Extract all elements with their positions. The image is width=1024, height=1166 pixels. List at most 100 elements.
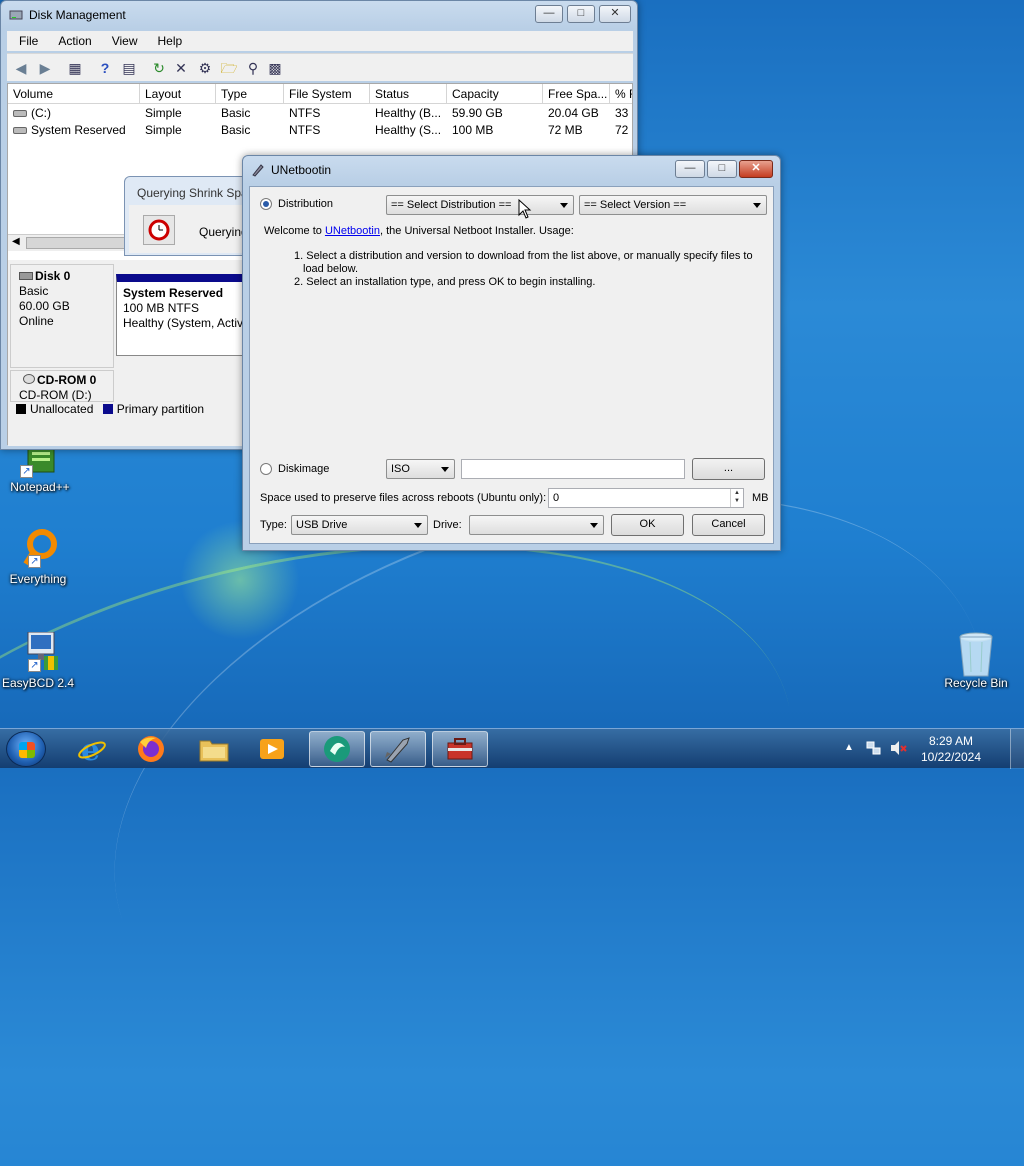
distribution-radio[interactable] bbox=[260, 198, 272, 210]
column-header-file-system[interactable]: File System bbox=[284, 84, 370, 104]
install-type-select[interactable]: USB Drive bbox=[291, 515, 428, 535]
diskimage-type-select[interactable]: ISO bbox=[386, 459, 455, 479]
desktop-icon-label: Recycle Bin bbox=[944, 676, 1008, 690]
open-folder-icon[interactable]: 🗁 bbox=[219, 58, 239, 78]
drive-select[interactable] bbox=[469, 515, 604, 535]
cancel-button[interactable]: Cancel bbox=[692, 514, 765, 536]
show-hidden-icons-button[interactable]: ▲ bbox=[844, 742, 854, 753]
close-button[interactable]: ✕ bbox=[739, 160, 773, 178]
taskbar-media-player[interactable] bbox=[244, 731, 300, 767]
taskbar-unetbootin[interactable] bbox=[370, 731, 426, 767]
partition-system-reserved[interactable]: System Reserved 100 MB NTFS Healthy (Sys… bbox=[116, 274, 256, 356]
version-select[interactable]: == Select Version == bbox=[579, 195, 767, 215]
chevron-down-icon bbox=[414, 523, 422, 528]
table-row[interactable]: (C:) Simple Basic NTFS Healthy (B... 59.… bbox=[8, 105, 632, 122]
desktop-icon-notepad-plus-plus[interactable]: ↗ Notepad++ bbox=[2, 447, 78, 494]
desktop-icon-label: EasyBCD 2.4 bbox=[1, 676, 75, 690]
welcome-text: Welcome to UNetbootin, the Universal Net… bbox=[264, 225, 574, 237]
disk-icon bbox=[19, 272, 33, 280]
magnifier-icon[interactable]: ⚲ bbox=[243, 58, 263, 78]
cell-capacity: 59.90 GB bbox=[452, 106, 503, 120]
diskimage-path-input[interactable] bbox=[461, 459, 685, 479]
refresh-icon[interactable]: ↻ bbox=[149, 58, 169, 78]
column-header-capacity[interactable]: Capacity bbox=[447, 84, 543, 104]
taskbar-app-green[interactable] bbox=[309, 731, 365, 767]
minimize-button[interactable]: — bbox=[675, 160, 705, 178]
unetbootin-titlebar[interactable]: UNetbootin — □ ✕ bbox=[243, 156, 780, 184]
show-desktop-button[interactable] bbox=[1010, 729, 1024, 769]
maximize-button[interactable]: □ bbox=[707, 160, 737, 178]
type-label: Type: bbox=[260, 519, 287, 531]
column-header-type[interactable]: Type bbox=[216, 84, 284, 104]
unetbootin-body: Distribution == Select Distribution == =… bbox=[249, 186, 774, 544]
cdrom-0-label[interactable]: CD-ROM 0 CD-ROM (D:) bbox=[10, 370, 114, 402]
column-header-status[interactable]: Status bbox=[370, 84, 447, 104]
clock-date: 10/22/2024 bbox=[920, 750, 982, 764]
cdrom-0-name: CD-ROM 0 bbox=[37, 373, 97, 387]
column-header-free-space[interactable]: Free Spa... bbox=[543, 84, 610, 104]
network-icon[interactable] bbox=[866, 740, 882, 756]
disk-list-icon[interactable]: ▩ bbox=[265, 58, 285, 78]
menu-file[interactable]: File bbox=[7, 31, 46, 48]
cell-type: Basic bbox=[221, 123, 251, 137]
cdrom-icon bbox=[23, 374, 35, 384]
cell-file-system: NTFS bbox=[289, 123, 321, 137]
properties-icon[interactable]: ▤ bbox=[119, 58, 139, 78]
cell-percent-free: 33 bbox=[615, 106, 629, 120]
chevron-down-icon bbox=[753, 203, 761, 208]
disk-management-titlebar[interactable]: Disk Management — □ ✕ bbox=[1, 1, 637, 29]
menu-view[interactable]: View bbox=[100, 31, 146, 48]
taskbar-internet-explorer[interactable]: e bbox=[64, 731, 120, 767]
chevron-down-icon bbox=[590, 523, 598, 528]
unetbootin-link[interactable]: UNetbootin bbox=[325, 225, 380, 237]
persist-stepper[interactable]: ▲ ▼ bbox=[730, 489, 743, 507]
media-player-icon bbox=[260, 739, 284, 759]
system-clock[interactable]: 8:29 AM 10/22/2024 bbox=[906, 733, 996, 765]
cdrom-0-drive: CD-ROM (D:) bbox=[19, 388, 92, 402]
drive-label: Drive: bbox=[433, 519, 462, 531]
file-explorer-icon bbox=[199, 740, 229, 762]
menu-bar: File Action View Help bbox=[7, 31, 633, 51]
column-header-volume[interactable]: Volume bbox=[8, 84, 140, 104]
diskimage-radio[interactable] bbox=[260, 463, 272, 475]
disk-0-label[interactable]: Disk 0 Basic 60.00 GB Online bbox=[10, 264, 114, 368]
clock-icon bbox=[143, 215, 175, 245]
forward-arrow-icon[interactable]: ▶ bbox=[35, 58, 55, 78]
desktop-icon-recycle-bin[interactable]: Recycle Bin bbox=[938, 632, 1014, 690]
desktop-icon-easybcd[interactable]: ↗ EasyBCD 2.4 bbox=[0, 631, 76, 690]
scroll-thumb[interactable] bbox=[26, 237, 126, 249]
scroll-left-icon[interactable]: ◀ bbox=[12, 236, 20, 247]
back-arrow-icon[interactable]: ◀ bbox=[11, 58, 31, 78]
cell-free-space: 72 MB bbox=[548, 123, 583, 137]
distribution-label: Distribution bbox=[278, 198, 334, 210]
browse-button[interactable]: ... bbox=[692, 458, 765, 480]
disk-toolbox-icon bbox=[447, 738, 473, 760]
delete-icon[interactable]: ✕ bbox=[171, 58, 191, 78]
partition-legend: Unallocated Primary partition bbox=[10, 402, 204, 420]
column-header-layout[interactable]: Layout bbox=[140, 84, 216, 104]
column-header-percent-free[interactable]: % F bbox=[610, 84, 632, 104]
diskimage-label: Diskimage bbox=[278, 463, 330, 475]
minimize-button[interactable]: — bbox=[535, 5, 563, 23]
show-hide-console-icon[interactable]: ▦ bbox=[65, 58, 85, 78]
ok-button[interactable]: OK bbox=[611, 514, 684, 536]
table-row[interactable]: System Reserved Simple Basic NTFS Health… bbox=[8, 122, 632, 139]
internet-explorer-icon: e bbox=[78, 734, 106, 764]
close-button[interactable]: ✕ bbox=[599, 5, 631, 23]
help-icon[interactable]: ? bbox=[95, 58, 115, 78]
distribution-select[interactable]: == Select Distribution == bbox=[386, 195, 574, 215]
maximize-button[interactable]: □ bbox=[567, 5, 595, 23]
menu-action[interactable]: Action bbox=[46, 31, 99, 48]
menu-help[interactable]: Help bbox=[146, 31, 191, 48]
recycle-bin-icon bbox=[956, 632, 996, 677]
persist-space-input[interactable]: 0 bbox=[548, 488, 744, 508]
unetbootin-icon bbox=[252, 164, 264, 177]
settings-icon[interactable]: ⚙ bbox=[195, 58, 215, 78]
cell-status: Healthy (B... bbox=[375, 106, 442, 120]
desktop-icon-everything[interactable]: ↗ Everything bbox=[0, 528, 76, 586]
taskbar-firefox[interactable] bbox=[123, 731, 179, 767]
taskbar-file-explorer[interactable] bbox=[186, 731, 242, 767]
start-button[interactable] bbox=[6, 731, 46, 767]
legend-primary: Primary partition bbox=[116, 402, 205, 416]
taskbar-disk-toolbox[interactable] bbox=[432, 731, 488, 767]
